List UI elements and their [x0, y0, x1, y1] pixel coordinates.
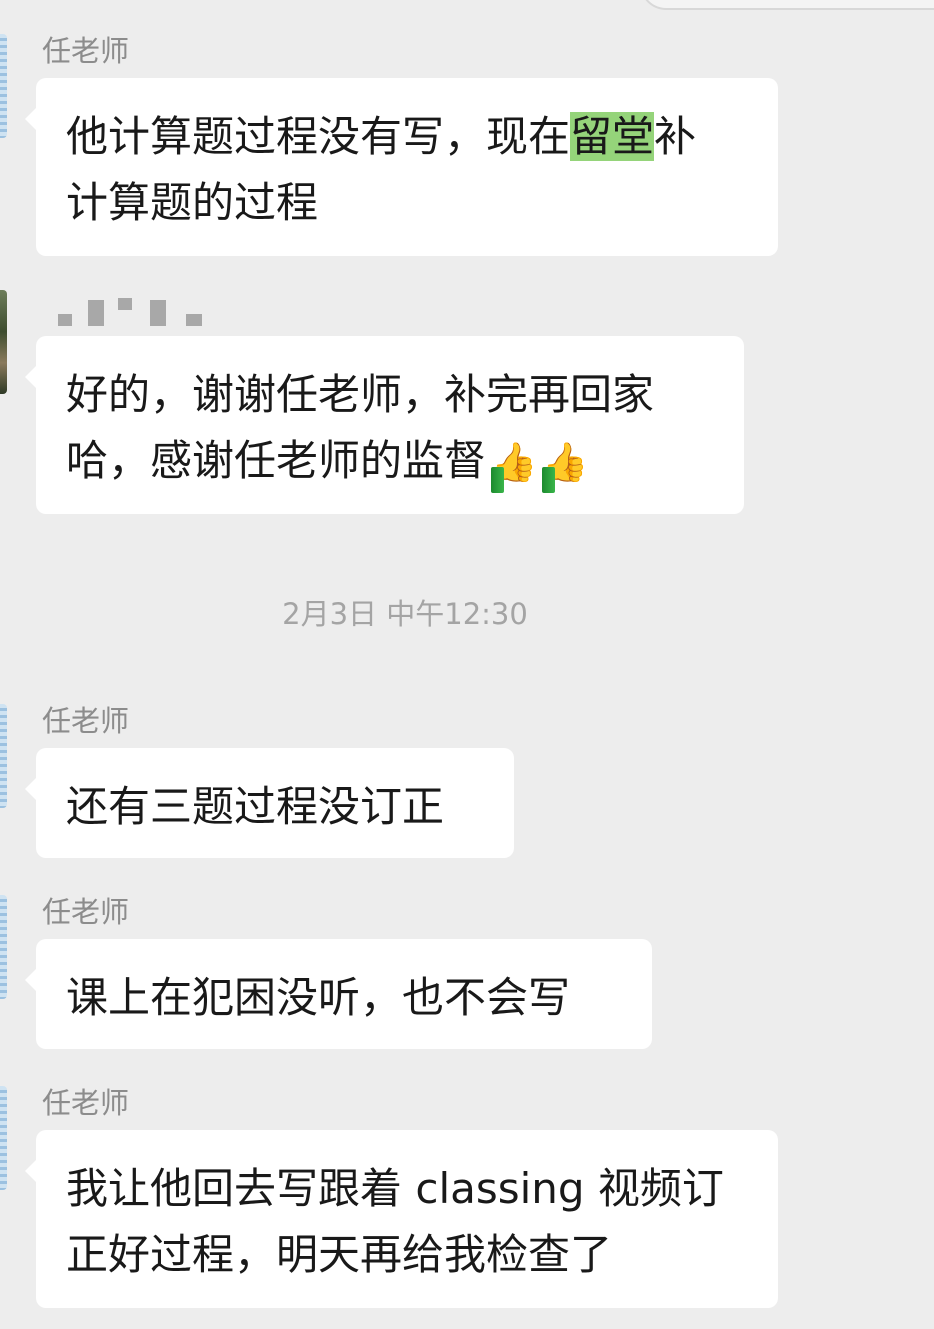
- chat-timestamp: 2月3日 中午12:30: [282, 597, 528, 631]
- message-line: 还有三题过程没订正: [66, 782, 445, 831]
- blurred-sender-name: [58, 296, 208, 328]
- sender-name: 任老师: [42, 895, 130, 929]
- parent-avatar[interactable]: [0, 290, 7, 394]
- message-line: 正好过程，明天再给我检查了: [66, 1230, 613, 1279]
- previous-message-edge: [640, 0, 934, 10]
- sender-name: 任老师: [42, 34, 130, 68]
- message-bubble[interactable]: 课上在犯困没听，也不会写: [25, 939, 652, 1049]
- message-line: 他计算题过程没有写，现在留堂补: [66, 112, 697, 161]
- teacher-avatar[interactable]: [0, 704, 7, 808]
- message-bubble[interactable]: 还有三题过程没订正: [25, 748, 514, 858]
- message-line: 哈，感谢任老师的监督 👍 👍: [66, 428, 714, 495]
- message-line: 我让他回去写跟着 classing 视频订: [66, 1164, 724, 1213]
- message-line: 计算题的过程: [66, 178, 319, 227]
- thumbs-up-icon: 👍: [541, 429, 589, 495]
- message-bubble[interactable]: 我让他回去写跟着 classing 视频订 正好过程，明天再给我检查了: [25, 1130, 778, 1308]
- teacher-avatar[interactable]: [0, 895, 7, 999]
- message-bubble[interactable]: 好的，谢谢任老师，补完再回家 哈，感谢任老师的监督 👍 👍: [25, 336, 744, 514]
- message-bubble[interactable]: 他计算题过程没有写，现在留堂补 计算题的过程: [25, 78, 778, 256]
- message-line: 好的，谢谢任老师，补完再回家: [66, 370, 655, 419]
- teacher-avatar[interactable]: [0, 34, 7, 138]
- highlighted-text: 留堂: [570, 112, 655, 161]
- message-line: 课上在犯困没听，也不会写: [66, 973, 571, 1022]
- sender-name: 任老师: [42, 1086, 130, 1120]
- sender-name: 任老师: [42, 704, 130, 738]
- teacher-avatar[interactable]: [0, 1086, 7, 1190]
- thumbs-up-icon: 👍: [490, 429, 537, 495]
